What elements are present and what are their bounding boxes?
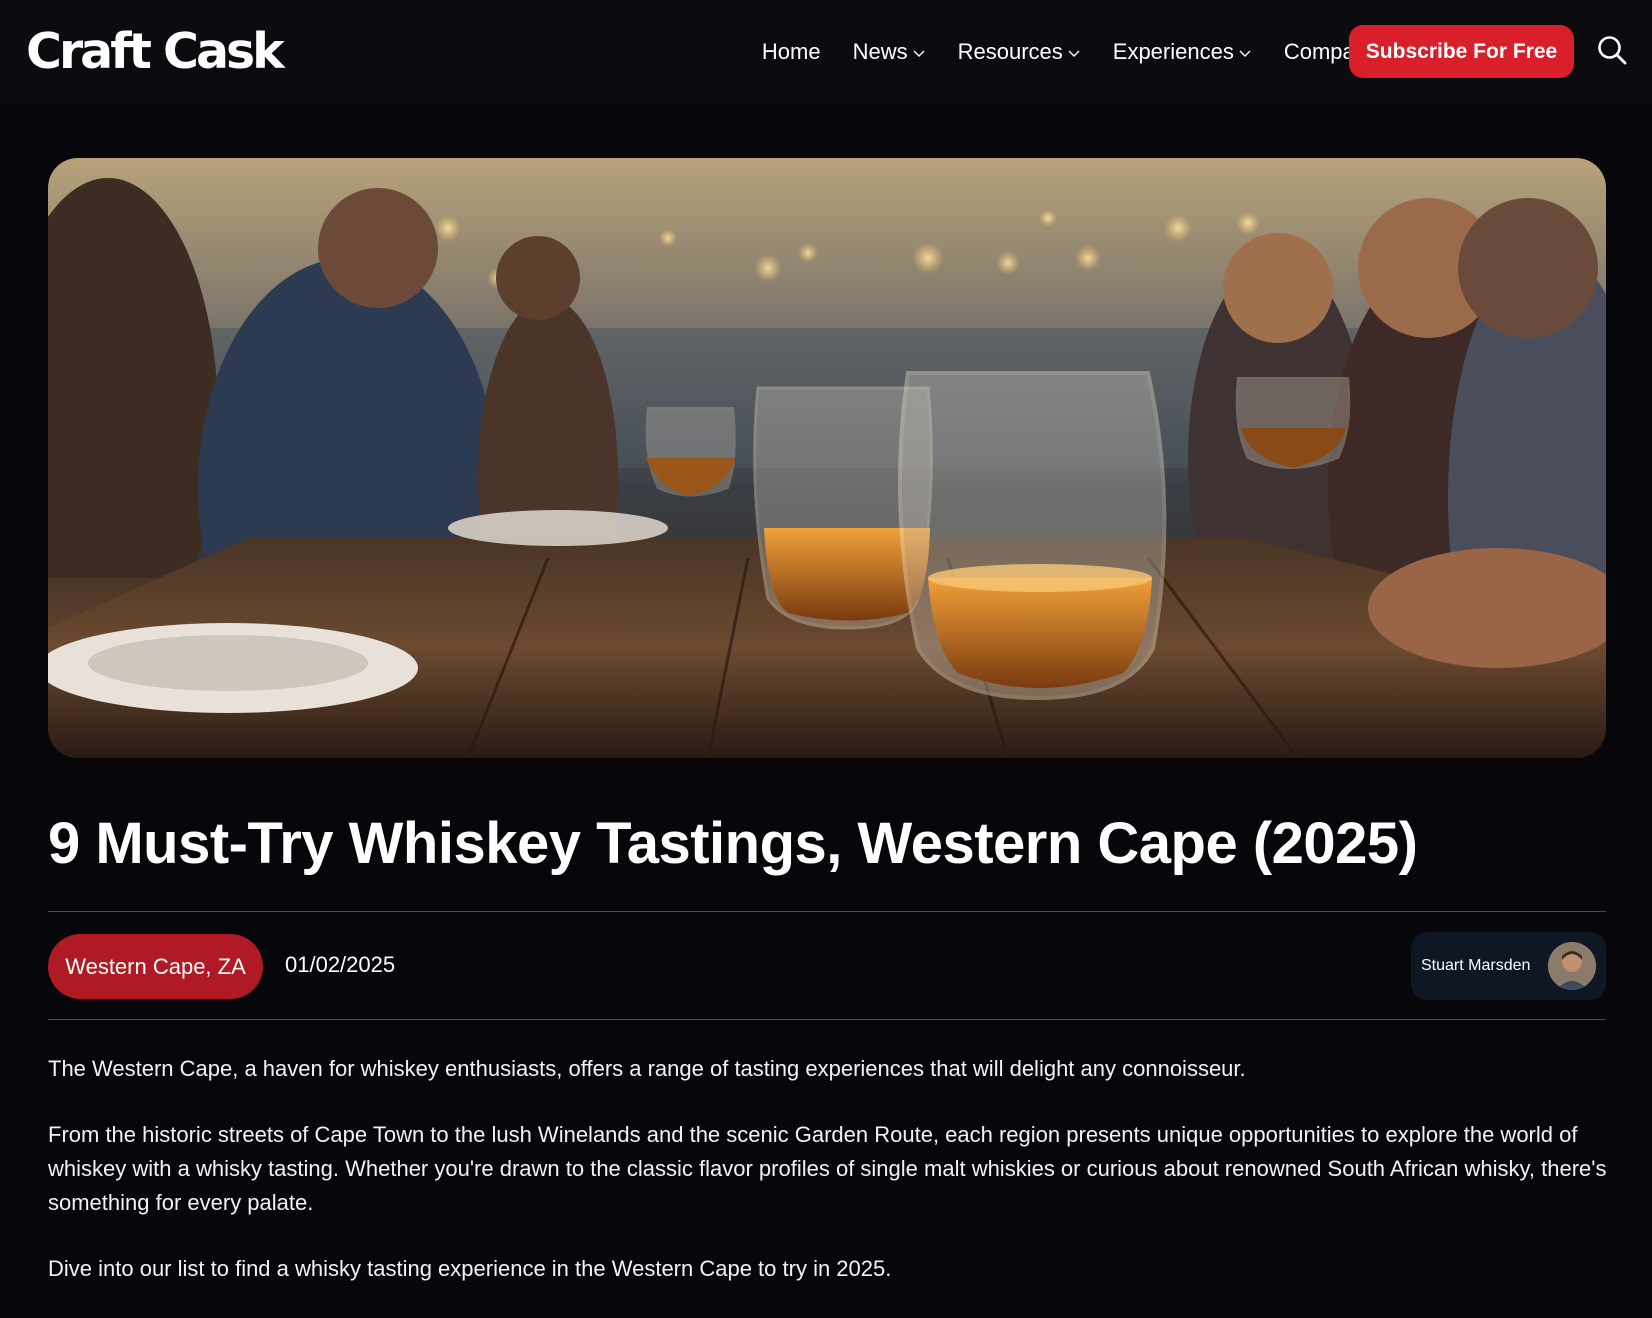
chevron-down-icon xyxy=(1239,50,1251,57)
site-logo[interactable]: Craft Cask xyxy=(26,22,285,82)
nav-item-label: Resources xyxy=(957,39,1063,64)
nav-item-home[interactable]: Home xyxy=(762,39,821,65)
whiskey-tasting-illustration xyxy=(48,158,1606,758)
divider xyxy=(48,911,1606,912)
hero-image xyxy=(48,158,1606,758)
chevron-down-icon xyxy=(913,50,925,57)
paragraph: Dive into our list to find a whisky tast… xyxy=(48,1256,892,1281)
top-navbar: Craft Cask Home News Resources Experienc… xyxy=(0,0,1652,104)
subscribe-button[interactable]: Subscribe For Free xyxy=(1349,25,1574,78)
paragraph: The Western Cape, a haven for whiskey en… xyxy=(48,1056,1246,1081)
nav-item-label: Experiences xyxy=(1112,39,1234,64)
author-name: Stuart Marsden xyxy=(1421,957,1531,974)
nav-item-experiences[interactable]: Experiences xyxy=(1113,39,1252,65)
nav-item-resources[interactable]: Resources xyxy=(958,39,1081,65)
paragraph: From the historic streets of Cape Town t… xyxy=(48,1122,1607,1215)
avatar xyxy=(1548,942,1596,990)
chevron-down-icon xyxy=(1068,50,1080,57)
location-tag[interactable]: Western Cape, ZA xyxy=(48,934,263,999)
article-body: The Western Cape, a haven for whiskey en… xyxy=(48,1052,1608,1318)
main-nav: Home News Resources Experiences Company xyxy=(730,0,1396,104)
nav-item-label: Home xyxy=(761,39,821,64)
publish-date: 01/02/2025 xyxy=(285,952,396,977)
article-title: 9 Must-Try Whiskey Tastings, Western Cap… xyxy=(48,811,1418,876)
divider xyxy=(48,1019,1606,1020)
nav-item-label: News xyxy=(852,39,908,64)
search-icon[interactable] xyxy=(1596,34,1628,66)
author-card[interactable]: Stuart Marsden xyxy=(1411,932,1606,1000)
nav-item-news[interactable]: News xyxy=(853,39,926,65)
